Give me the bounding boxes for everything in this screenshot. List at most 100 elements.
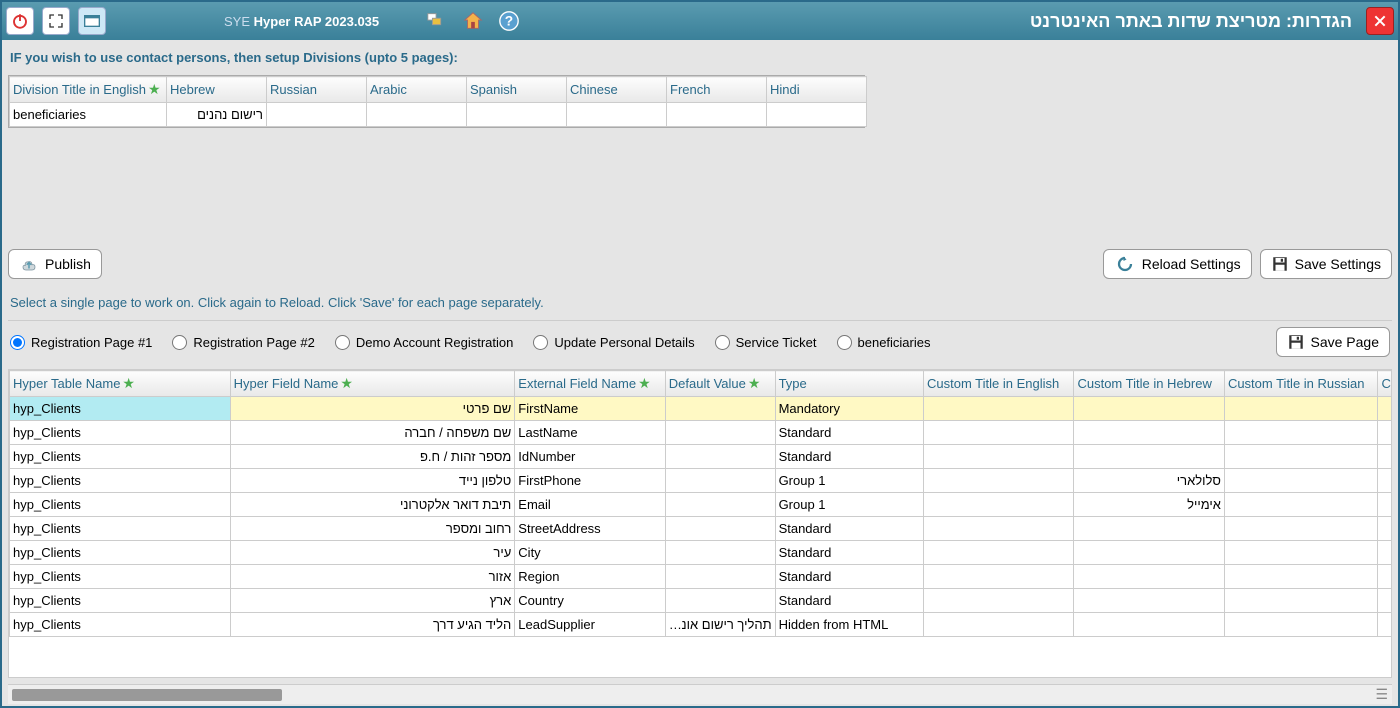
fields-header-cell[interactable]: External Field Name★: [515, 371, 665, 397]
cell[interactable]: [1074, 445, 1224, 469]
cell[interactable]: Standard: [775, 541, 923, 565]
cell[interactable]: [924, 445, 1074, 469]
page-radio[interactable]: beneficiaries: [837, 335, 931, 350]
menu-icon[interactable]: ☰: [1375, 686, 1388, 703]
cell[interactable]: Standard: [775, 421, 923, 445]
scroll-thumb[interactable]: [12, 689, 282, 701]
cell[interactable]: [924, 397, 1074, 421]
cell[interactable]: Country: [515, 589, 665, 613]
cell[interactable]: [1074, 541, 1224, 565]
cell[interactable]: hyp_Clients: [10, 589, 231, 613]
fields-header-cell[interactable]: Custom Title in Hebrew: [1074, 371, 1224, 397]
cell[interactable]: Hidden from HTML: [775, 613, 923, 637]
division-english-cell[interactable]: beneficiaries: [10, 103, 167, 127]
page-radio[interactable]: Registration Page #2: [172, 335, 314, 350]
cell[interactable]: Mandatory: [775, 397, 923, 421]
divisions-header-cell[interactable]: Russian: [267, 77, 367, 103]
divisions-header-cell[interactable]: Arabic: [367, 77, 467, 103]
cell[interactable]: [665, 469, 775, 493]
cell[interactable]: [924, 421, 1074, 445]
divisions-header-cell[interactable]: Chinese: [567, 77, 667, 103]
table-row[interactable]: hyp_Clientsהליד הגיע דרךLeadSupplierתהלי…: [10, 613, 1393, 637]
cell[interactable]: FirstPhone: [515, 469, 665, 493]
page-radio[interactable]: Demo Account Registration: [335, 335, 514, 350]
cell[interactable]: רחוב ומספר: [230, 517, 515, 541]
cell[interactable]: [665, 517, 775, 541]
cell[interactable]: Standard: [775, 589, 923, 613]
cell[interactable]: שם פרטי: [230, 397, 515, 421]
cell[interactable]: הליד הגיע דרך: [230, 613, 515, 637]
cell[interactable]: hyp_Clients: [10, 397, 231, 421]
cell[interactable]: [665, 493, 775, 517]
cell[interactable]: [1224, 493, 1378, 517]
fields-header-cell[interactable]: Cus: [1378, 371, 1392, 397]
cell[interactable]: hyp_Clients: [10, 445, 231, 469]
cell[interactable]: [1074, 421, 1224, 445]
fields-header-cell[interactable]: Default Value★: [665, 371, 775, 397]
page-radio-input[interactable]: [10, 335, 25, 350]
cell[interactable]: Standard: [775, 445, 923, 469]
close-button[interactable]: [1366, 7, 1394, 35]
table-row[interactable]: hyp_Clientsשם משפחה / חברהLastNameStanda…: [10, 421, 1393, 445]
cell[interactable]: [924, 517, 1074, 541]
cell[interactable]: [1074, 613, 1224, 637]
cell[interactable]: [1224, 589, 1378, 613]
cell[interactable]: FirstName: [515, 397, 665, 421]
table-row[interactable]: hyp_ClientsאזורRegionStandard: [10, 565, 1393, 589]
cell[interactable]: hyp_Clients: [10, 565, 231, 589]
cell[interactable]: [665, 541, 775, 565]
cell[interactable]: סלולארי: [1074, 469, 1224, 493]
fields-header-cell[interactable]: Type: [775, 371, 923, 397]
cell[interactable]: תהליך רישום אונליין: [665, 613, 775, 637]
cell[interactable]: [665, 397, 775, 421]
help-icon[interactable]: ?: [495, 7, 523, 35]
table-row[interactable]: hyp_ClientsעירCityStandard: [10, 541, 1393, 565]
cell[interactable]: hyp_Clients: [10, 613, 231, 637]
cell[interactable]: IdNumber: [515, 445, 665, 469]
fullscreen-button[interactable]: [42, 7, 70, 35]
cell[interactable]: [1224, 517, 1378, 541]
cell[interactable]: hyp_Clients: [10, 421, 231, 445]
divisions-row[interactable]: beneficiaries רישום נהנים: [10, 103, 867, 127]
table-row[interactable]: hyp_Clientsטלפון ניידFirstPhoneGroup 1סל…: [10, 469, 1393, 493]
reload-settings-button[interactable]: Reload Settings: [1103, 249, 1252, 279]
cell[interactable]: [924, 541, 1074, 565]
cell[interactable]: Group 1: [775, 493, 923, 517]
cell[interactable]: טלפון נייד: [230, 469, 515, 493]
cell[interactable]: LeadSupplier: [515, 613, 665, 637]
cell[interactable]: [1224, 541, 1378, 565]
table-row[interactable]: hyp_ClientsארץCountry Standard: [10, 589, 1393, 613]
cell[interactable]: hyp_Clients: [10, 493, 231, 517]
cell[interactable]: אימייל: [1074, 493, 1224, 517]
fields-header-cell[interactable]: Hyper Field Name★: [230, 371, 515, 397]
cell[interactable]: hyp_Clients: [10, 541, 231, 565]
cell[interactable]: [924, 469, 1074, 493]
page-radio-input[interactable]: [172, 335, 187, 350]
bottom-scrollbar[interactable]: ☰: [8, 684, 1392, 704]
cell[interactable]: שם משפחה / חברה: [230, 421, 515, 445]
cell[interactable]: [1224, 445, 1378, 469]
fields-header-cell[interactable]: Custom Title in English: [924, 371, 1074, 397]
cell[interactable]: [1074, 565, 1224, 589]
cell[interactable]: City: [515, 541, 665, 565]
publish-button[interactable]: Publish: [8, 249, 102, 279]
divisions-header-cell[interactable]: Hebrew: [167, 77, 267, 103]
cell[interactable]: hyp_Clients: [10, 469, 231, 493]
cell[interactable]: Email: [515, 493, 665, 517]
divisions-header-cell[interactable]: Spanish: [467, 77, 567, 103]
cell[interactable]: ארץ: [230, 589, 515, 613]
home-icon[interactable]: [459, 7, 487, 35]
window-button[interactable]: [78, 7, 106, 35]
cell[interactable]: [665, 445, 775, 469]
table-row[interactable]: hyp_Clientsרחוב ומספרStreetAddressStanda…: [10, 517, 1393, 541]
cell[interactable]: [1224, 421, 1378, 445]
cell[interactable]: [924, 589, 1074, 613]
save-settings-button[interactable]: Save Settings: [1260, 249, 1392, 279]
cell[interactable]: [665, 589, 775, 613]
cell[interactable]: [1224, 613, 1378, 637]
cell[interactable]: [665, 421, 775, 445]
division-hebrew-cell[interactable]: רישום נהנים: [167, 103, 267, 127]
fields-header-cell[interactable]: Hyper Table Name★: [10, 371, 231, 397]
divisions-table[interactable]: Division Title in English★HebrewRussianA…: [8, 75, 865, 128]
cell[interactable]: [1074, 517, 1224, 541]
